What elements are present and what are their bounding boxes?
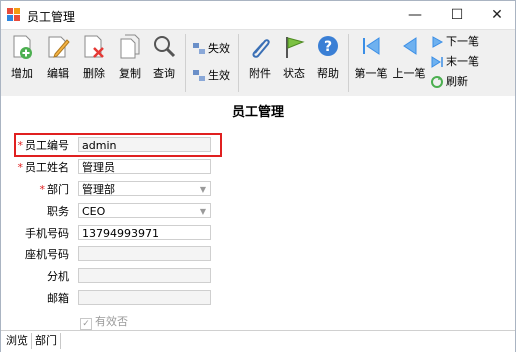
employee-name-field[interactable]: 管理员 <box>78 159 211 174</box>
delete-document-icon <box>84 35 104 58</box>
search-icon <box>154 36 176 58</box>
next-record-button[interactable]: 下一笔 <box>430 33 479 51</box>
active-label: 有效否 <box>95 315 128 328</box>
query-button[interactable]: 查询 <box>147 34 181 88</box>
validate-button[interactable]: 生效 <box>192 67 230 85</box>
help-question-icon: ? <box>318 36 338 56</box>
validate-icon <box>193 70 205 81</box>
mobile-field[interactable]: 13794993971 <box>78 225 211 240</box>
department-dropdown[interactable]: 管理部 ▼ <box>78 181 211 196</box>
prev-record-icon <box>403 37 417 55</box>
invalidate-label: 失效 <box>208 42 230 55</box>
next-record-label: 下一笔 <box>446 35 479 48</box>
landline-label: 座机号码 <box>25 248 69 261</box>
edit-pencil-icon <box>48 36 70 58</box>
add-button[interactable]: 增加 <box>5 34 39 88</box>
tab-department[interactable]: 部门 <box>32 333 61 349</box>
prev-record-label: 上一笔 <box>392 67 426 80</box>
required-marker: * <box>17 139 24 152</box>
window-title: 员工管理 <box>27 10 76 24</box>
employee-id-label: * 员工编号 <box>17 139 70 152</box>
help-button[interactable]: ? 帮助 <box>311 34 345 88</box>
toolbar-separator <box>238 34 239 92</box>
svg-text:?: ? <box>324 39 332 55</box>
paperclip-icon <box>252 39 270 58</box>
required-marker: * <box>39 183 46 196</box>
invalidate-icon <box>193 43 205 54</box>
add-document-icon <box>13 35 32 59</box>
checkmark-icon: ✓ <box>80 318 92 330</box>
toolbar: 增加 编辑 删除 复制 查询 失效 生效 附件 状态 ? 帮助 第一笔 上一笔 … <box>1 29 515 97</box>
invalidate-button[interactable]: 失效 <box>192 40 230 58</box>
help-label: 帮助 <box>317 67 339 80</box>
required-marker: * <box>17 161 24 174</box>
app-icon <box>7 8 21 22</box>
next-record-icon <box>432 36 444 48</box>
last-record-label: 末一笔 <box>446 55 479 68</box>
email-label: 邮箱 <box>47 292 69 305</box>
minimize-button[interactable]: — <box>395 1 435 29</box>
form-title: 员工管理 <box>231 105 284 120</box>
extension-label: 分机 <box>47 270 69 283</box>
toolbar-separator <box>348 34 349 92</box>
flag-icon <box>286 37 305 58</box>
mobile-label: 手机号码 <box>25 227 69 240</box>
bottom-tab-bar: 浏览 部门 <box>1 330 515 352</box>
position-label: 职务 <box>47 205 69 218</box>
chevron-down-icon: ▼ <box>199 185 206 194</box>
employee-form: 员工管理 * 员工编号 admin * 员工姓名 管理员 * 部门 管理部 ▼ 职务 C… <box>1 96 515 330</box>
department-label: * 部门 <box>39 183 70 196</box>
email-field[interactable] <box>78 290 211 305</box>
first-record-icon <box>363 37 380 55</box>
employee-management-window: 员工管理 — ☐ ✕ 增加 编辑 删除 复制 查询 失效 生效 附件 状态 ? … <box>0 0 516 352</box>
close-button[interactable]: ✕ <box>477 1 516 29</box>
last-record-icon <box>431 56 443 68</box>
toolbar-separator <box>185 34 186 92</box>
copy-icon <box>120 34 140 59</box>
tab-browse[interactable]: 浏览 <box>3 333 32 349</box>
refresh-label: 刷新 <box>446 75 468 88</box>
first-record-button[interactable]: 第一笔 <box>354 34 388 88</box>
position-dropdown[interactable]: CEO ▼ <box>78 203 211 218</box>
edit-button[interactable]: 编辑 <box>41 34 75 88</box>
refresh-button[interactable]: 刷新 <box>430 73 468 91</box>
employee-name-label: * 员工姓名 <box>17 161 70 174</box>
query-label: 查询 <box>153 67 175 80</box>
landline-field[interactable] <box>78 246 211 261</box>
last-record-button[interactable]: 末一笔 <box>430 53 479 71</box>
position-value: CEO <box>82 205 106 218</box>
delete-button[interactable]: 删除 <box>77 34 111 88</box>
employee-id-field[interactable]: admin <box>78 137 211 152</box>
department-value: 管理部 <box>82 183 115 196</box>
chevron-down-icon: ▼ <box>199 207 206 216</box>
refresh-icon <box>431 76 443 88</box>
prev-record-button[interactable]: 上一笔 <box>392 34 426 88</box>
title-bar: 员工管理 — ☐ ✕ <box>1 1 515 29</box>
active-checkbox[interactable]: ✓ 有效否 <box>80 313 128 330</box>
extension-field[interactable] <box>78 268 211 283</box>
validate-label: 生效 <box>208 69 230 82</box>
maximize-button[interactable]: ☐ <box>437 1 477 29</box>
